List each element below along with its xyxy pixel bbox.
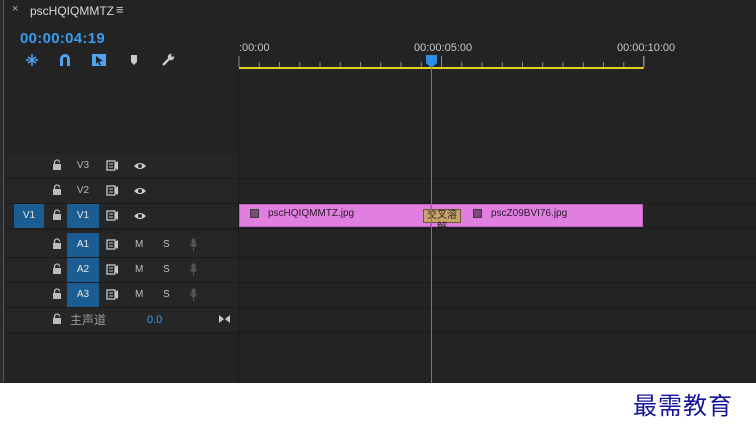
track-area[interactable] xyxy=(239,308,756,332)
watermark-text: 最需教育 xyxy=(633,392,733,420)
playhead-timecode[interactable]: 00:00:04:19 xyxy=(20,30,105,47)
sync-lock-icon[interactable] xyxy=(106,185,119,196)
clip-1[interactable]: pscHQIQMMTZ.jpg xyxy=(239,204,431,227)
fx-badge-icon xyxy=(250,209,259,218)
track-a1: A1 M S xyxy=(4,233,756,258)
playhead-line xyxy=(431,68,432,383)
timeline-panel: × pscHQIQMMTZ ≡ 00:00:04:19 :00:00 00:00… xyxy=(0,0,756,383)
solo-button[interactable]: S xyxy=(163,233,170,257)
track-name[interactable]: V1 xyxy=(67,204,99,228)
track-header: A3 M S xyxy=(4,283,238,307)
sync-lock-icon[interactable] xyxy=(106,239,119,250)
clip-name: pscZ09BVI76.jpg xyxy=(491,208,568,219)
track-name[interactable]: V3 xyxy=(67,154,99,178)
track-a2: A2 M S xyxy=(4,258,756,283)
lock-icon[interactable] xyxy=(52,238,62,250)
sync-lock-icon[interactable] xyxy=(106,289,119,300)
track-header: A1 M S xyxy=(4,233,238,257)
mute-button[interactable]: M xyxy=(135,233,143,257)
master-volume-value[interactable]: 0.0 xyxy=(147,308,162,332)
track-area[interactable] xyxy=(239,179,756,203)
mute-button[interactable]: M xyxy=(135,258,143,282)
clip-2[interactable]: pscZ09BVI76.jpg xyxy=(431,204,643,227)
master-track-name: 主声道 xyxy=(70,313,107,327)
track-master: 主声道 0.0 xyxy=(4,308,756,333)
lock-icon[interactable] xyxy=(52,159,62,171)
track-v2: V2 xyxy=(4,179,756,204)
track-name[interactable]: V2 xyxy=(67,179,99,203)
cross-dissolve-transition[interactable]: 交叉溶解 xyxy=(423,209,461,233)
track-a3: A3 M S xyxy=(4,283,756,308)
track-header: V1 V1 xyxy=(4,204,238,228)
lock-icon[interactable] xyxy=(52,313,62,325)
solo-button[interactable]: S xyxy=(163,258,170,282)
work-area-bar[interactable] xyxy=(239,67,644,69)
track-name[interactable]: A2 xyxy=(67,258,99,282)
ruler-label: 00:00:05:00 xyxy=(414,42,473,54)
eye-icon[interactable] xyxy=(133,161,147,171)
sequence-tab-title[interactable]: pscHQIQMMTZ xyxy=(30,4,114,18)
track-area[interactable] xyxy=(239,154,756,178)
lock-icon[interactable] xyxy=(52,263,62,275)
microphone-icon[interactable] xyxy=(189,238,198,252)
track-name[interactable]: A1 xyxy=(67,233,99,257)
track-area[interactable] xyxy=(239,258,756,282)
fx-badge-icon xyxy=(473,209,482,218)
ruler-label: :00:00 xyxy=(239,42,270,54)
work-area-end xyxy=(643,56,644,69)
track-area[interactable] xyxy=(239,283,756,307)
track-area[interactable] xyxy=(239,233,756,257)
eye-icon[interactable] xyxy=(133,186,147,196)
lock-icon[interactable] xyxy=(52,288,62,300)
microphone-icon[interactable] xyxy=(189,288,198,302)
track-header: V2 xyxy=(4,179,238,203)
track-v3: V3 xyxy=(4,154,756,179)
lock-icon[interactable] xyxy=(52,184,62,196)
microphone-icon[interactable] xyxy=(189,263,198,277)
close-tab-icon[interactable]: × xyxy=(12,3,18,15)
eye-icon[interactable] xyxy=(133,211,147,221)
go-to-out-icon[interactable] xyxy=(218,314,231,324)
track-header: V3 xyxy=(4,154,238,178)
sync-lock-icon[interactable] xyxy=(106,264,119,275)
track-header: 主声道 0.0 xyxy=(4,308,238,332)
clip-name: pscHQIQMMTZ.jpg xyxy=(268,208,355,219)
tab-bar: × pscHQIQMMTZ ≡ xyxy=(4,0,756,22)
track-header: A2 M S xyxy=(4,258,238,282)
track-name[interactable]: A3 xyxy=(67,283,99,307)
panel-menu-icon[interactable]: ≡ xyxy=(116,2,124,17)
solo-button[interactable]: S xyxy=(163,283,170,307)
mute-button[interactable]: M xyxy=(135,283,143,307)
playhead-handle[interactable] xyxy=(426,55,437,68)
sync-lock-icon[interactable] xyxy=(106,160,119,171)
source-patch-v1[interactable]: V1 xyxy=(14,204,44,228)
sync-lock-icon[interactable] xyxy=(106,210,119,221)
ruler-label: 00:00:10:00 xyxy=(617,42,676,54)
lock-icon[interactable] xyxy=(52,209,62,221)
